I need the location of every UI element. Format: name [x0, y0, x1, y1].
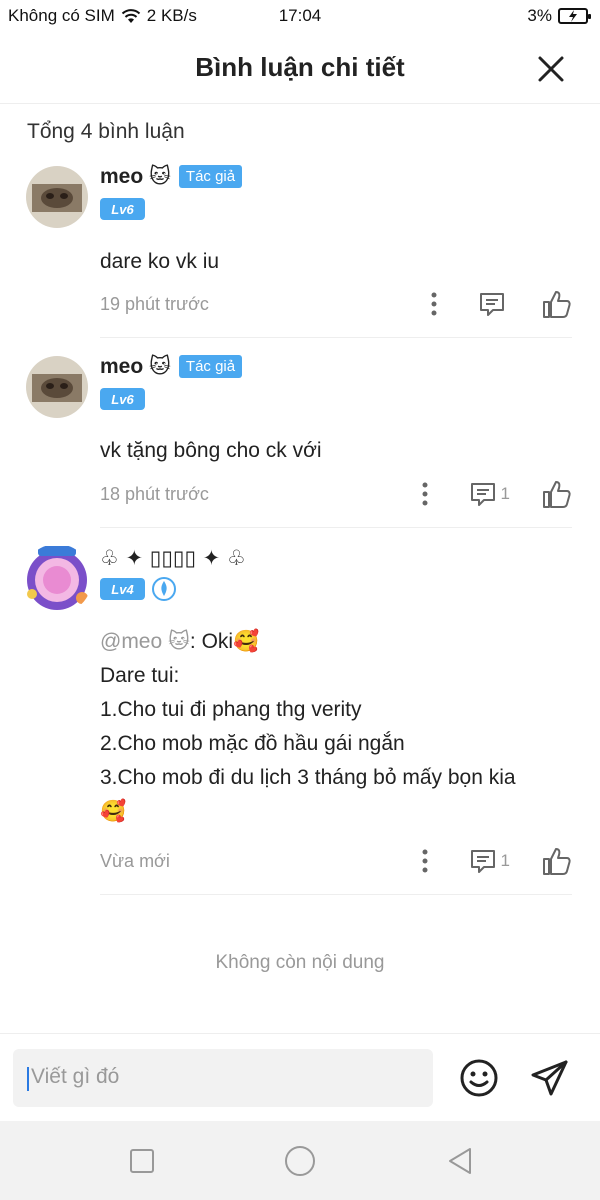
comment-text: dare ko vk iu [100, 250, 220, 273]
comment-line: 1.Cho tui đi phang thg verity [100, 698, 362, 721]
comment-actions: 1 [415, 846, 572, 876]
like-icon[interactable] [542, 289, 572, 319]
page-title: Bình luận chi tiết [195, 52, 405, 82]
comment-line: 3.Cho mob đi du lịch 3 tháng bỏ mấy bọn … [100, 766, 516, 789]
mention-link[interactable]: @meo 🐱 [100, 630, 190, 653]
comment-composer: Viết gì đó [0, 1033, 600, 1121]
reply-icon[interactable]: 1 [469, 846, 510, 876]
like-icon[interactable] [542, 479, 572, 509]
avatar[interactable] [22, 544, 92, 614]
home-icon[interactable] [284, 1145, 316, 1177]
comment-actions: 1 [415, 479, 572, 509]
comment-time: 18 phút trước [100, 484, 209, 504]
author-badge: Tác giả [178, 355, 243, 378]
comment-line: 2.Cho mob mặc đồ hầu gái ngắn [100, 732, 405, 755]
system-nav-bar [0, 1121, 600, 1200]
avatar[interactable] [26, 356, 88, 418]
author-row: meo 🐱 Tác giả [100, 354, 243, 379]
status-bar: Không có SIM 2 KB/s 17:04 3% [0, 0, 600, 34]
battery-percent: 3% [527, 6, 552, 25]
more-icon[interactable] [415, 479, 435, 509]
author-name[interactable]: meo 🐱 [100, 354, 171, 379]
recent-apps-icon[interactable] [126, 1145, 158, 1177]
status-right: 3% [527, 6, 591, 26]
comment-count: Tổng 4 bình luận [27, 120, 185, 143]
avatar[interactable] [26, 166, 88, 228]
reply-count: 1 [500, 484, 510, 503]
text-caret [27, 1067, 29, 1091]
level-badge: Lv6 [100, 198, 145, 220]
divider [100, 337, 572, 338]
mention-suffix: : Oki🥰 [189, 630, 260, 653]
close-icon[interactable] [536, 54, 566, 84]
author-name[interactable]: meo 🐱 [100, 164, 171, 189]
clock: 17:04 [278, 6, 322, 25]
comment-line: Dare tui: [100, 664, 180, 687]
reply-count: 1 [500, 851, 510, 870]
page-header: Bình luận chi tiết [0, 34, 600, 104]
author-row: ♧ ✦ ▯▯▯▯ ✦ ♧ [100, 546, 246, 570]
end-of-list-text: Không còn nội dung [215, 952, 385, 973]
author-badge: Tác giả [178, 165, 243, 188]
divider [100, 527, 572, 528]
more-icon[interactable] [415, 846, 435, 876]
comment-time: 19 phút trước [100, 294, 209, 314]
level-badge: Lv6 [100, 388, 145, 410]
author-name[interactable]: ♧ ✦ ▯▯▯▯ ✦ ♧ [100, 546, 246, 570]
divider [100, 894, 572, 895]
send-icon[interactable] [530, 1058, 570, 1098]
comment-text: vk tặng bông cho ck với [100, 439, 322, 462]
level-badge: Lv4 [100, 578, 145, 600]
like-icon[interactable] [542, 846, 572, 876]
verified-icon [152, 577, 176, 601]
battery-icon [558, 8, 591, 24]
back-icon[interactable] [444, 1145, 476, 1177]
comment-actions [424, 289, 572, 319]
comment-line: 🥰 [100, 800, 127, 823]
comment-input[interactable]: Viết gì đó [13, 1049, 433, 1107]
more-icon[interactable] [424, 289, 444, 319]
comment-time: Vừa mới [100, 851, 170, 871]
comment-body: @meo 🐱: Oki🥰 Dare tui: 1.Cho tui đi phan… [100, 625, 516, 829]
reply-icon[interactable] [478, 289, 510, 319]
author-row: meo 🐱 Tác giả [100, 164, 243, 189]
input-placeholder: Viết gì đó [31, 1065, 120, 1088]
emoji-icon[interactable] [459, 1058, 499, 1098]
reply-icon[interactable]: 1 [469, 479, 510, 509]
